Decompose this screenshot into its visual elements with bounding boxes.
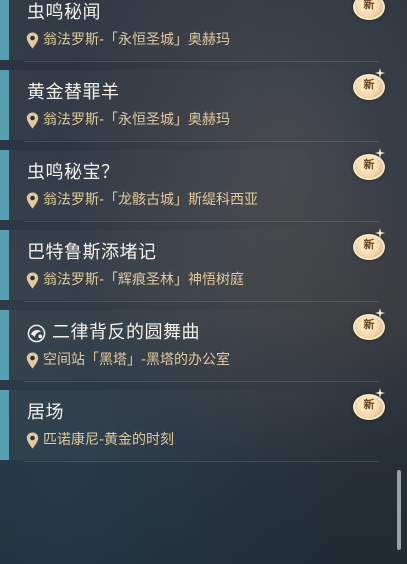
new-badge: 新 [351, 308, 385, 340]
quest-item[interactable]: 虫鸣秘宝？ 翁法罗斯-「龙骸古城」斯缇科西亚 新 [0, 148, 385, 230]
new-badge-label: 新 [363, 0, 375, 11]
new-badge: 新 [351, 388, 385, 420]
new-badge-label: 新 [363, 398, 375, 411]
sparkle-icon [375, 148, 385, 158]
quest-item[interactable]: 巴特鲁斯添堵记 翁法罗斯-「辉痕圣林」神悟树庭 新 [0, 228, 385, 310]
quest-divider [24, 461, 379, 462]
quest-location: 空间站「黑塔」-黑塔的办公室 [43, 352, 231, 368]
location-pin-icon [26, 192, 39, 208]
sparkle-icon [375, 308, 385, 318]
quest-accent-bar [0, 390, 9, 460]
quest-title-row: 虫鸣秘闻 [27, 0, 101, 26]
quest-location-row: 空间站「黑塔」-黑塔的办公室 [26, 350, 230, 370]
location-pin-icon [26, 272, 39, 288]
quest-location-row: 翁法罗斯-「龙骸古城」斯缇科西亚 [26, 190, 258, 210]
quest-title-row: 二律背反的圆舞曲 [27, 320, 200, 346]
quest-accent-bar [0, 70, 9, 140]
sparkle-icon [375, 228, 385, 238]
quest-title: 巴特鲁斯添堵记 [27, 242, 157, 263]
quest-title-row: 虫鸣秘宝？ [27, 160, 120, 186]
new-badge-label: 新 [363, 78, 375, 91]
sparkle-icon [375, 388, 385, 398]
quest-location: 翁法罗斯-「永恒圣城」奥赫玛 [43, 112, 231, 128]
quest-divider [24, 301, 379, 302]
quest-location: 翁法罗斯-「辉痕圣林」神悟树庭 [43, 272, 245, 288]
location-pin-icon [26, 432, 39, 448]
quest-title-row: 黄金替罪羊 [27, 80, 120, 106]
quest-list: 虫鸣秘闻 翁法罗斯-「永恒圣城」奥赫玛 新 黄金替罪羊 翁法罗斯-「永恒圣城」奥… [0, 0, 385, 470]
quest-title: 二律背反的圆舞曲 [52, 322, 200, 343]
quest-location: 翁法罗斯-「龙骸古城」斯缇科西亚 [43, 192, 259, 208]
new-badge-label: 新 [363, 238, 375, 251]
quest-title: 黄金替罪羊 [27, 82, 120, 103]
quest-location-row: 匹诺康尼-黄金的时刻 [26, 430, 174, 450]
quest-location-row: 翁法罗斯-「辉痕圣林」神悟树庭 [26, 270, 244, 290]
quest-accent-bar [0, 310, 9, 380]
quest-title: 虫鸣秘闻 [27, 2, 101, 23]
quest-accent-bar [0, 0, 9, 60]
sparkle-icon [375, 68, 385, 78]
scrollbar-thumb[interactable] [397, 470, 401, 550]
quest-accent-bar [0, 230, 9, 300]
quest-item[interactable]: 二律背反的圆舞曲 空间站「黑塔」-黑塔的办公室 新 [0, 308, 385, 390]
new-badge: 新 [351, 148, 385, 180]
quest-divider [24, 221, 379, 222]
quest-divider [24, 381, 379, 382]
quest-item[interactable]: 虫鸣秘闻 翁法罗斯-「永恒圣城」奥赫玛 新 [0, 0, 385, 70]
quest-location: 匹诺康尼-黄金的时刻 [43, 432, 175, 448]
quest-location-row: 翁法罗斯-「永恒圣城」奥赫玛 [26, 110, 230, 130]
new-badge: 新 [351, 0, 385, 20]
quest-divider [24, 61, 379, 62]
location-pin-icon [26, 352, 39, 368]
quest-divider [24, 141, 379, 142]
quest-item[interactable]: 居场 匹诺康尼-黄金的时刻 新 [0, 388, 385, 470]
quest-title: 虫鸣秘宝？ [27, 162, 120, 183]
quest-title: 居场 [27, 402, 64, 423]
new-badge: 新 [351, 228, 385, 260]
new-badge: 新 [351, 68, 385, 100]
new-badge-label: 新 [363, 158, 375, 171]
quest-location-row: 翁法罗斯-「永恒圣城」奥赫玛 [26, 30, 230, 50]
new-badge-label: 新 [363, 318, 375, 331]
dancing-swirl-icon [27, 324, 46, 342]
quest-title-row: 居场 [27, 400, 64, 426]
location-pin-icon [26, 32, 39, 48]
quest-item[interactable]: 黄金替罪羊 翁法罗斯-「永恒圣城」奥赫玛 新 [0, 68, 385, 150]
quest-location: 翁法罗斯-「永恒圣城」奥赫玛 [43, 32, 231, 48]
quest-accent-bar [0, 150, 9, 220]
location-pin-icon [26, 112, 39, 128]
quest-title-row: 巴特鲁斯添堵记 [27, 240, 157, 266]
